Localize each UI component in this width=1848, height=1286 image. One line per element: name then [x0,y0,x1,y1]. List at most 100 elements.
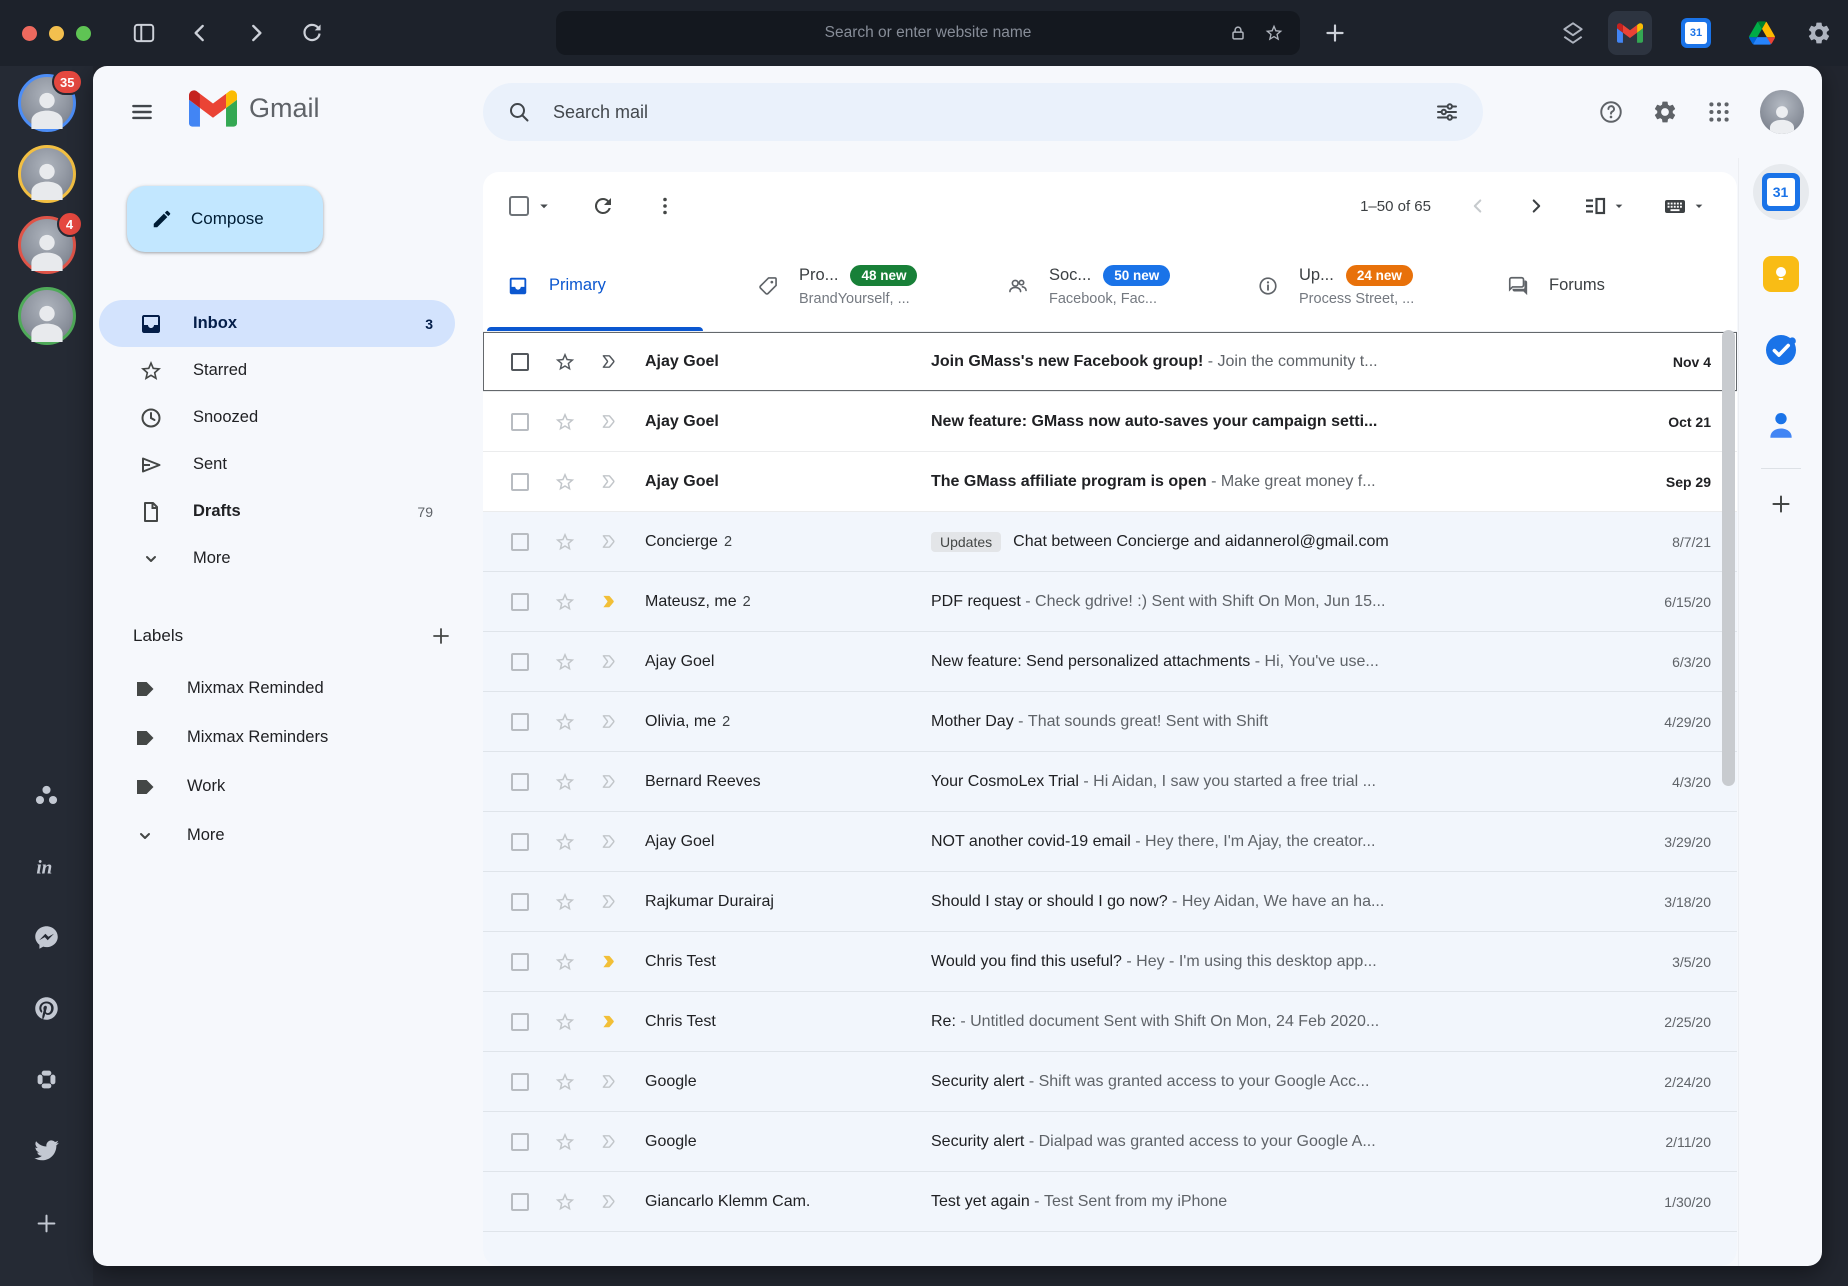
slack-icon[interactable] [33,1066,60,1093]
star-icon[interactable] [554,951,576,973]
email-row[interactable]: Giancarlo Klemm Cam. Test yet again - Tes… [483,1172,1737,1232]
reload-icon[interactable] [299,20,325,46]
importance-marker-icon[interactable] [599,1011,620,1032]
email-checkbox[interactable] [511,352,529,371]
importance-marker-icon[interactable] [599,651,620,672]
label-item-work[interactable]: Work [93,762,483,811]
email-checkbox[interactable] [511,1012,529,1031]
gmail-logo[interactable]: Gmail [189,90,320,127]
compose-button[interactable]: Compose [127,186,323,252]
star-icon[interactable] [554,1191,576,1213]
email-checkbox[interactable] [511,832,529,851]
email-checkbox[interactable] [511,892,529,911]
email-checkbox[interactable] [511,592,529,611]
mail-search-bar[interactable] [483,83,1483,141]
tasks-panel-button[interactable] [1763,332,1799,368]
twitter-icon[interactable] [33,1137,60,1164]
account-avatar[interactable] [17,145,76,203]
star-icon[interactable] [554,531,576,553]
email-row[interactable]: Olivia, me 2 Mother Day - That sounds grea… [483,692,1737,752]
importance-marker-icon[interactable] [599,471,620,492]
select-dropdown-caret-icon[interactable] [535,197,553,215]
address-bar[interactable]: Search or enter website name [556,11,1300,55]
email-checkbox[interactable] [511,712,529,731]
email-row[interactable]: Chris Test Re: - Untitled document Sent w… [483,992,1737,1052]
more-options-icon[interactable] [653,194,677,218]
zoom-window-button[interactable] [76,25,91,41]
email-row[interactable]: Mateusz, me 2 PDF request - Check gdrive! … [483,572,1737,632]
importance-marker-icon[interactable] [599,531,620,552]
sidebar-item-starred[interactable]: Starred [99,347,455,394]
create-label-icon[interactable] [429,624,453,648]
importance-marker-icon[interactable] [599,411,620,432]
messenger-icon[interactable] [33,924,60,951]
tab-pro[interactable]: Pro... 48 new BrandYourself, ... [733,240,983,331]
importance-marker-icon[interactable] [599,891,620,912]
minimize-window-button[interactable] [49,25,64,41]
keep-panel-button[interactable] [1762,256,1799,292]
search-icon[interactable] [507,100,531,124]
star-icon[interactable] [554,1131,576,1153]
settings-gear-icon[interactable] [1806,20,1832,46]
star-icon[interactable] [554,411,576,433]
importance-marker-icon[interactable] [599,711,620,732]
refresh-icon[interactable] [591,194,615,218]
email-checkbox[interactable] [511,1132,529,1151]
star-icon[interactable] [554,351,576,373]
newer-page-icon[interactable] [1467,195,1489,217]
star-icon[interactable] [554,471,576,493]
google-apps-grid-icon[interactable] [1706,99,1732,125]
email-row[interactable]: Concierge 2 Updates Chat between Concierge … [483,512,1737,572]
new-tab-icon[interactable] [1322,20,1348,46]
star-icon[interactable] [554,891,576,913]
list-scrollbar[interactable] [1722,330,1735,786]
label-item-mixmaxreminded[interactable]: Mixmax Reminded [93,664,483,713]
calendar-panel-button[interactable]: 31 [1752,164,1809,220]
calendar-app-tab[interactable]: 31 [1674,11,1718,55]
email-checkbox[interactable] [511,1072,529,1091]
email-checkbox[interactable] [511,532,529,551]
sidebar-item-inbox[interactable]: Inbox 3 [99,300,455,347]
email-checkbox[interactable] [511,1192,529,1211]
star-icon[interactable] [554,711,576,733]
get-addons-icon[interactable] [1768,491,1794,517]
drive-app-tab[interactable] [1740,11,1784,55]
importance-marker-icon[interactable] [599,591,620,612]
email-row[interactable]: Ajay Goel New feature: GMass now auto-sav… [483,392,1737,452]
email-row[interactable]: Ajay Goel Join GMass's new Facebook group… [483,332,1737,392]
email-checkbox[interactable] [511,772,529,791]
email-row[interactable]: Google Security alert - Shift was granted… [483,1052,1737,1112]
email-row[interactable]: Chris Test Would you find this useful? - … [483,932,1737,992]
pinterest-icon[interactable] [33,995,60,1022]
forward-icon[interactable] [243,20,269,46]
gmail-settings-gear-icon[interactable] [1652,99,1678,125]
label-item-mixmaxreminders[interactable]: Mixmax Reminders [93,713,483,762]
star-icon[interactable] [554,771,576,793]
sidebar-item-drafts[interactable]: Drafts 79 [99,488,455,535]
email-checkbox[interactable] [511,652,529,671]
importance-marker-icon[interactable] [599,351,620,372]
tab-forums[interactable]: Forums [1483,240,1733,331]
importance-marker-icon[interactable] [599,1131,620,1152]
star-icon[interactable] [554,591,576,613]
input-tools-control[interactable] [1663,194,1707,218]
sidebar-item-more[interactable]: More [99,535,455,582]
sidebar-item-snoozed[interactable]: Snoozed [99,394,455,441]
contacts-panel-button[interactable] [1764,408,1798,442]
bookmark-star-icon[interactable] [1264,23,1284,43]
tab-up[interactable]: Up... 24 new Process Street, ... [1233,240,1483,331]
email-row[interactable]: Rajkumar Durairaj Should I stay or should… [483,872,1737,932]
star-icon[interactable] [554,831,576,853]
star-icon[interactable] [554,1071,576,1093]
asana-icon[interactable] [33,782,60,809]
star-icon[interactable] [554,1011,576,1033]
account-avatar[interactable]: 35 [17,69,83,132]
label-item-more[interactable]: More [93,811,483,860]
email-checkbox[interactable] [511,412,529,431]
tab-soc[interactable]: Soc... 50 new Facebook, Fac... [983,240,1233,331]
split-view-control[interactable] [1583,194,1627,218]
email-checkbox[interactable] [511,952,529,971]
sidebar-toggle-icon[interactable] [131,20,157,46]
email-row[interactable]: Ajay Goel New feature: Send personalized … [483,632,1737,692]
search-input[interactable] [553,101,1435,123]
